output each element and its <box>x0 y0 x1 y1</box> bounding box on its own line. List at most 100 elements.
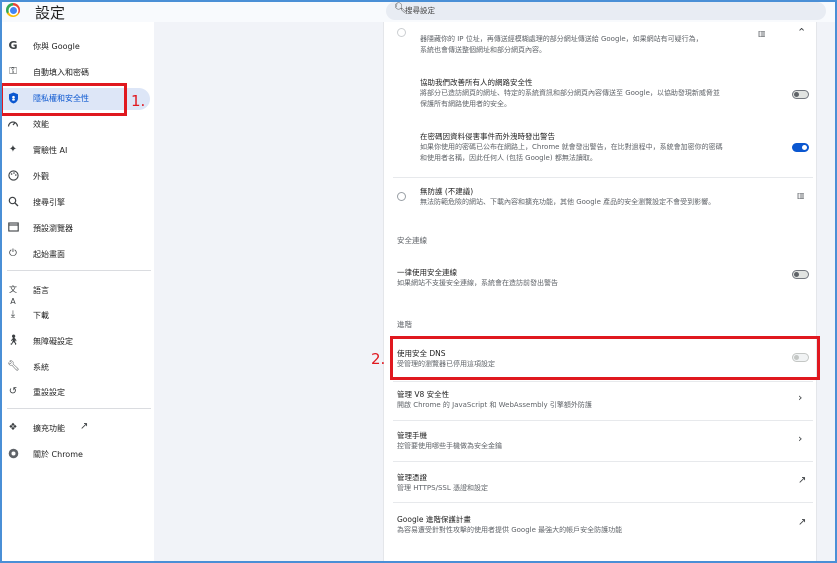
chevron-right-icon: › <box>798 391 803 404</box>
secure-dns-desc: 受管理的瀏覽器已停用這項設定 <box>397 360 495 368</box>
sidebar-item-experimental-ai[interactable]: ✦ 實驗性 AI <box>0 140 150 162</box>
search-icon <box>7 196 19 208</box>
sidebar-item-extensions[interactable]: ❖ 擴充功能 ↗ <box>0 418 150 440</box>
sidebar-item-label: 擴充功能 <box>33 424 65 433</box>
search-input[interactable]: 🔍︎ 搜尋設定 <box>386 2 826 20</box>
app-desc: 為容易遭受針對性攻擊的使用者提供 Google 最強大的帳戶安全防護功能 <box>397 526 623 534</box>
secure-dns-toggle[interactable] <box>792 353 809 362</box>
sidebar-item-label: 實驗性 AI <box>33 146 68 155</box>
sidebar-item-reset-settings[interactable]: ↺ 重設設定 <box>0 382 150 404</box>
key-icon: ⚿ <box>9 66 17 77</box>
sidebar-item-performance[interactable]: 效能 <box>0 114 150 136</box>
secure-connections-heading: 安全連線 <box>397 236 427 245</box>
top-bar: 設定 🔍︎ 搜尋設定 <box>0 0 837 22</box>
v8-title: 管理 V8 安全性 <box>397 390 450 399</box>
sidebar-item-label: 自動填入和密碼 <box>33 68 89 77</box>
no-protection-desc: 無法防範危險的網站、下載內容和擴充功能，其他 Google 產品的安全瀏覽設定不… <box>420 198 716 206</box>
chevron-up-icon[interactable]: ⌃ <box>797 26 806 39</box>
download-icon: ⤓ <box>10 309 16 320</box>
advanced-protection-program-row[interactable]: Google 進階保護計畫 為容易遭受針對性攻擊的使用者提供 Google 最強… <box>393 503 813 545</box>
chrome-icon <box>7 448 19 460</box>
manage-certificates-row[interactable]: 管理憑證 管理 HTTPS/SSL 憑證和設定 ↗ <box>393 462 813 502</box>
manage-phones-row[interactable]: 管理手機 控管要使用哪些手機做為安全金鑰 › <box>393 421 813 461</box>
phones-desc: 控管要使用哪些手機做為安全金鑰 <box>397 442 502 450</box>
annotation-number-2: 2. <box>371 350 386 368</box>
row-separator <box>393 177 813 178</box>
page-title: 設定 <box>35 4 66 22</box>
sidebar-item-label: 外觀 <box>33 172 49 181</box>
manage-v8-security-row[interactable]: 管理 V8 安全性 開啟 Chrome 的 JavaScript 和 WebAs… <box>393 382 813 420</box>
sidebar-item-label: 效能 <box>33 120 49 129</box>
no-protection-radio[interactable] <box>397 192 406 201</box>
sidebar-item-label: 你與 Google <box>33 42 80 51</box>
advanced-heading: 進階 <box>397 320 412 329</box>
help-improve-desc-line2: 保護所有網路使用者的安全。 <box>420 100 511 108</box>
phones-title: 管理手機 <box>397 431 427 440</box>
palette-icon <box>7 170 19 182</box>
help-improve-desc-line1: 將部分已造訪網頁的網址、特定的系統資訊和部分網頁內容傳送至 Google，以協助… <box>420 89 720 97</box>
chrome-logo-icon <box>6 3 20 17</box>
toggle-knob <box>794 355 799 360</box>
sidebar-item-downloads[interactable]: ⤓ 下載 <box>0 305 150 327</box>
sidebar-item-you-and-google[interactable]: G 你與 Google <box>0 36 150 58</box>
certs-desc: 管理 HTTPS/SSL 憑證和設定 <box>397 484 488 492</box>
enhanced-protection-radio[interactable] <box>397 28 406 37</box>
sidebar-item-label: 重設設定 <box>33 388 65 397</box>
reset-icon: ↺ <box>8 386 18 397</box>
external-link-icon: ↗ <box>798 517 807 528</box>
puzzle-icon: ❖ <box>8 422 18 433</box>
password-leak-toggle[interactable] <box>792 143 809 152</box>
annotation-number-1: 1. <box>131 92 146 110</box>
wrench-icon: 🔧︎ <box>7 361 20 372</box>
sidebar-item-appearance[interactable]: 外觀 <box>0 166 150 188</box>
sidebar-item-accessibility[interactable]: 🚶︎ 無障礙設定 <box>0 331 150 353</box>
enhanced-desc-line2: 系統也會傳送整個網址和部分網頁內容。 <box>420 46 546 54</box>
browser-icon <box>7 222 19 234</box>
sidebar-item-default-browser[interactable]: 預設瀏覽器 <box>0 218 150 240</box>
power-icon: ⏻ <box>9 248 17 259</box>
shield-icon <box>7 92 19 104</box>
sidebar-item-privacy-security[interactable]: 隱私權和安全性 <box>0 88 150 110</box>
secure-dns-title: 使用安全 DNS <box>397 349 446 358</box>
enterprise-icon: ▥ <box>797 191 805 200</box>
sidebar-item-label: 搜尋引擎 <box>33 198 65 207</box>
password-leak-desc-line1: 如果你使用的密碼已公布在網路上，Chrome 就會發出警告，在比對過程中，系統會… <box>420 143 723 151</box>
sidebar-item-label: 起始畫面 <box>33 250 65 259</box>
toggle-knob <box>794 272 799 277</box>
sidebar-item-autofill[interactable]: ⚿ 自動填入和密碼 <box>0 62 150 84</box>
help-improve-toggle[interactable] <box>792 90 809 99</box>
sidebar-item-label: 隱私權和安全性 <box>33 94 89 103</box>
sidebar-item-languages[interactable]: 文A 語言 <box>0 280 150 306</box>
enterprise-icon: ▥ <box>758 29 766 38</box>
sidebar-item-on-startup[interactable]: ⏻ 起始畫面 <box>0 244 150 266</box>
sidebar-item-label: 系統 <box>33 363 49 372</box>
sidebar-item-label: 關於 Chrome <box>33 450 83 459</box>
external-link-icon: ↗ <box>80 421 89 432</box>
sidebar-divider <box>7 408 151 409</box>
external-link-icon: ↗ <box>798 475 807 486</box>
translate-icon: 文A <box>9 285 17 306</box>
always-secure-title: 一律使用安全連線 <box>397 268 457 277</box>
help-improve-title: 協助我們改善所有人的網路安全性 <box>420 78 533 87</box>
enhanced-desc-line1: 器隱藏你的 IP 位址，再傳送經模糊處理的部分網址傳送給 Google，如果網站… <box>420 35 703 43</box>
toggle-knob <box>802 145 807 150</box>
sidebar-item-search-engine[interactable]: 搜尋引擎 <box>0 192 150 214</box>
app-title: Google 進階保護計畫 <box>397 515 471 524</box>
sidebar-divider <box>7 270 151 271</box>
sidebar-item-label: 語言 <box>33 286 49 295</box>
google-icon: G <box>8 39 18 52</box>
always-secure-toggle[interactable] <box>792 270 809 279</box>
sidebar-item-about-chrome[interactable]: 關於 Chrome <box>0 444 150 466</box>
password-leak-desc-line2: 和使用者名稱，因此任何人 (包括 Google) 都無法讀取。 <box>420 154 597 162</box>
toggle-knob <box>794 92 799 97</box>
sidebar-item-label: 下載 <box>33 311 49 320</box>
sidebar-item-label: 無障礙設定 <box>33 337 73 346</box>
always-secure-desc: 如果網站不支援安全連線，系統會在造訪前發出警告 <box>397 279 558 287</box>
chevron-right-icon: › <box>798 432 803 445</box>
v8-desc: 開啟 Chrome 的 JavaScript 和 WebAssembly 引擎額… <box>397 401 592 409</box>
password-leak-title: 在密碼因資料侵害事件而外洩時發出警告 <box>420 132 555 141</box>
certs-title: 管理憑證 <box>397 473 427 482</box>
search-placeholder: 搜尋設定 <box>405 6 435 15</box>
sidebar-item-system[interactable]: 🔧︎ 系統 <box>0 357 150 379</box>
sparkle-icon: ✦ <box>8 144 18 155</box>
